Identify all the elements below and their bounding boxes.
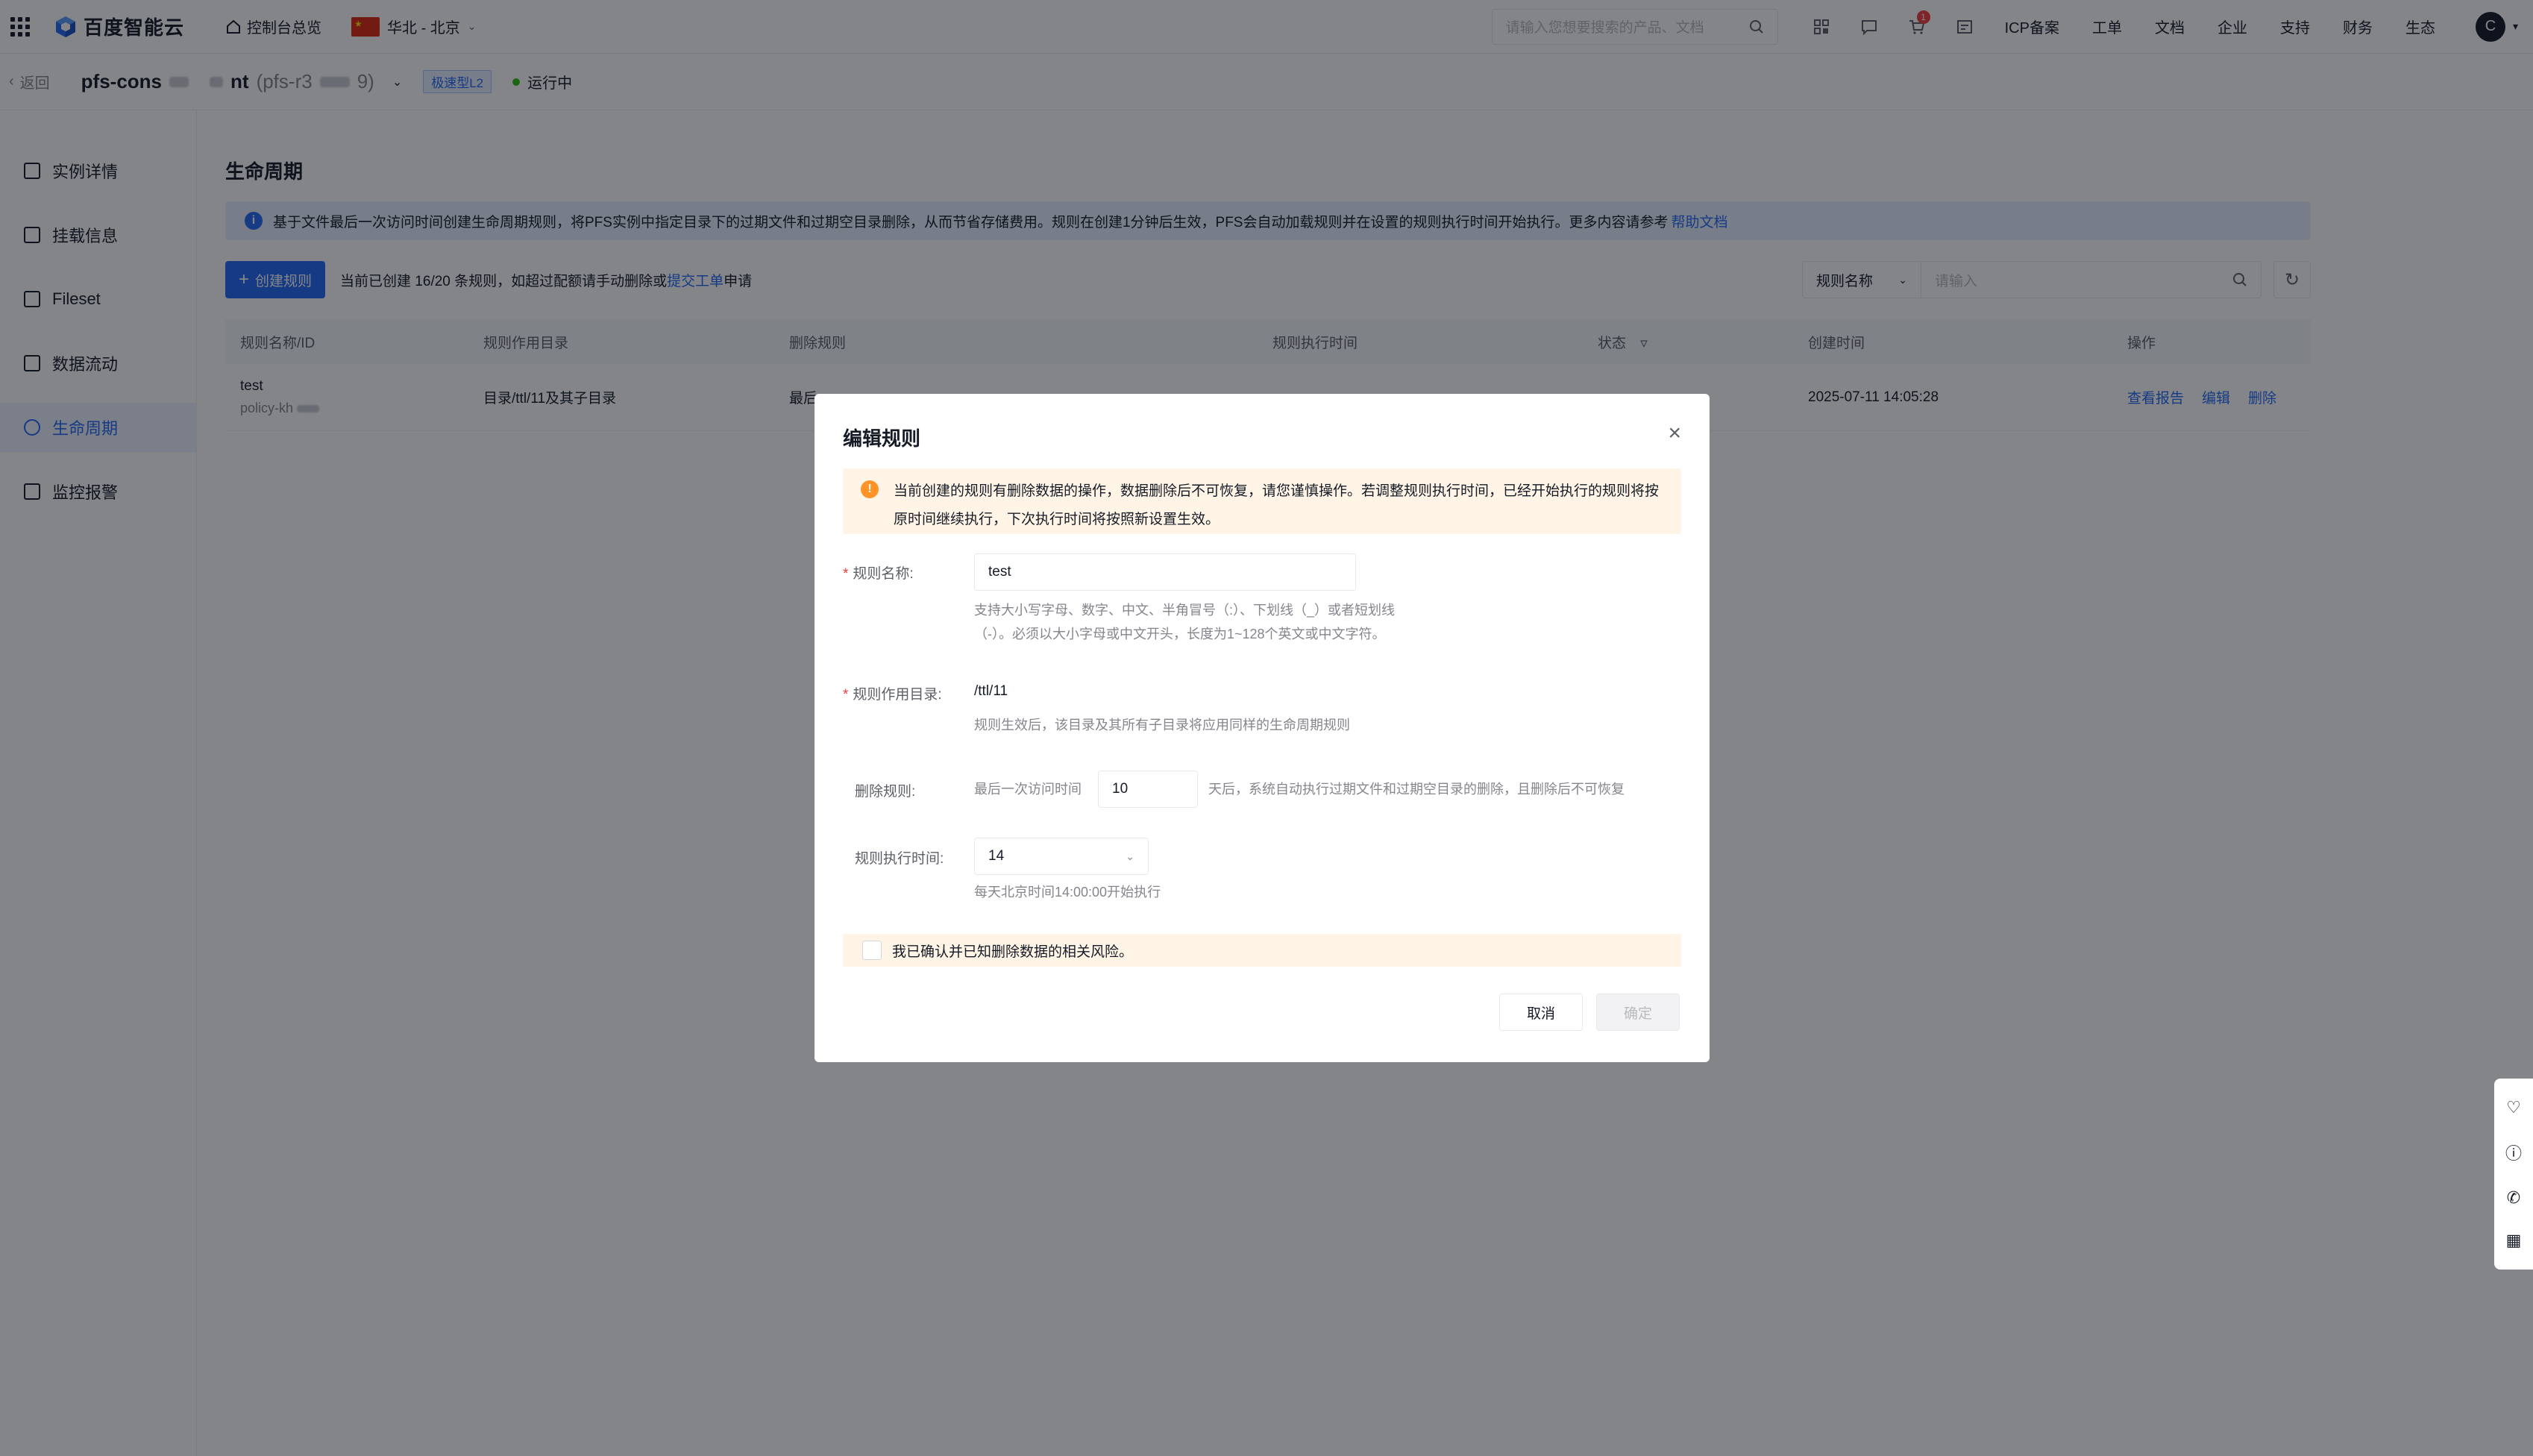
edit-rule-dialog: 编辑规则 × ! 当前创建的规则有删除数据的操作，数据删除后不可恢复，请您谨慎操… <box>814 394 1710 1062</box>
required-mark: * <box>843 566 849 582</box>
warning-text: 当前创建的规则有删除数据的操作，数据删除后不可恢复，请您谨慎操作。若调整规则执行… <box>894 483 1660 527</box>
delete-days-input[interactable]: 10 <box>1098 771 1198 808</box>
chevron-down-icon: ⌄ <box>1126 850 1134 862</box>
rule-directory-value: /ttl/11 <box>974 683 1008 699</box>
delete-rule-suffix: 天后，系统自动执行过期文件和过期空目录的删除，且删除后不可恢复 <box>1208 782 1625 797</box>
heart-icon[interactable]: ♡ <box>2506 1098 2521 1117</box>
risk-confirm-text: 我已确认并已知删除数据的相关风险。 <box>892 944 1134 960</box>
warning-banner: ! 当前创建的规则有删除数据的操作，数据删除后不可恢复，请您谨慎操作。若调整规则… <box>843 468 1681 534</box>
rule-name-input[interactable]: test <box>974 553 1356 591</box>
delete-rule-label: 删除规则: <box>855 784 916 800</box>
rule-directory-label: * 规则作用目录: <box>843 687 942 703</box>
dialog-title: 编辑规则 <box>843 427 921 450</box>
exec-time-select[interactable]: 14 ⌄ <box>974 838 1149 875</box>
floating-toolbar: ♡ ⓘ ✆ ▦ <box>2494 1079 2533 1270</box>
rule-name-help: 支持大小写字母、数字、中文、半角冒号（:）、下划线（_）或者短划线 （-）。必须… <box>974 603 1396 641</box>
phone-icon[interactable]: ✆ <box>2507 1188 2520 1208</box>
close-icon[interactable]: × <box>1668 422 1681 445</box>
confirm-button[interactable]: 确定 <box>1596 994 1680 1031</box>
risk-confirm-checkbox[interactable] <box>862 941 882 960</box>
exec-time-value: 14 <box>988 848 1005 864</box>
risk-confirm-bar: 我已确认并已知删除数据的相关风险。 <box>843 934 1681 967</box>
warning-icon: ! <box>861 480 879 498</box>
rule-name-value: test <box>988 564 1011 580</box>
rule-directory-help: 规则生效后，该目录及其所有子目录将应用同样的生命周期规则 <box>974 718 1350 732</box>
delete-rule-prefix: 最后一次访问时间 <box>974 782 1082 797</box>
exec-time-help: 每天北京时间14:00:00开始执行 <box>974 885 1161 900</box>
exec-time-label: 规则执行时间: <box>855 851 944 867</box>
cancel-button[interactable]: 取消 <box>1499 994 1583 1031</box>
delete-days-value: 10 <box>1112 781 1129 797</box>
apps-icon[interactable]: ▦ <box>2506 1231 2522 1250</box>
help-icon[interactable]: ⓘ <box>2505 1140 2522 1164</box>
required-mark: * <box>843 687 849 703</box>
rule-name-label: * 规则名称: <box>843 566 914 582</box>
